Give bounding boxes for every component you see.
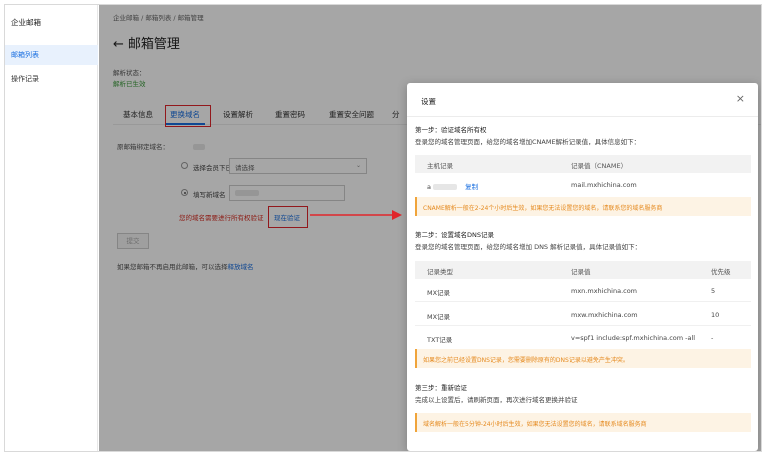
step3-title: 第三步：重新验证 [415,384,467,392]
sidebar-title: 企业邮箱 [11,18,41,27]
th-priority: 优先级 [711,268,731,276]
dns-row-2-type: MX记录 [427,313,451,321]
step2-tip: 如果您之前已经设置DNS记录，您需要删除原有的DNS记录以避免产生冲突。 [415,349,751,368]
modal-header: 设置 × [407,83,758,117]
cname-host-cell: a 复制 [427,183,479,191]
close-icon[interactable]: × [736,93,745,104]
sidebar-item-mailbox-list[interactable]: 邮箱列表 [5,45,98,65]
modal-title: 设置 [421,97,436,106]
th-cname-value: 记录值（CNAME） [571,162,628,170]
redacted-host [433,184,458,190]
sidebar-item-operation-log[interactable]: 操作记录 [5,69,98,89]
step3-tip-text: 域名解析一般在5分钟-24小时后生效，如果您无法设置您的域名，请联系域名服务商 [423,421,647,428]
dns-row-1-priority: 5 [711,287,716,295]
dns-row-1-value: mxn.mxhichina.com [571,287,638,295]
dns-row-2-priority: 10 [711,311,720,319]
step2-desc: 登录您的域名管理页面，给您的域名增加 DNS 解析记录值，具体记录值如下： [415,243,642,251]
sidebar: 企业邮箱 邮箱列表 操作记录 [5,5,98,451]
step2-tip-text: 如果您之前已经设置DNS记录，您需要删除原有的DNS记录以避免产生冲突。 [423,357,629,364]
dns-row-3-value: v=spf1 include:spf.mxhichina.com -all [571,334,696,342]
dns-row-1-type: MX记录 [427,289,451,297]
dns-row-3-priority: - [711,334,714,342]
row-divider [415,301,751,302]
app-window: 企业邮箱 邮箱列表 操作记录 企业邮箱 / 邮箱列表 / 邮箱管理 ← 邮箱管理 … [4,4,762,452]
th-host: 主机记录 [427,162,453,170]
dns-row-3-type: TXT记录 [427,336,453,344]
step3-tip: 域名解析一般在5分钟-24小时后生效，如果您无法设置您的域名，请联系域名服务商 [415,413,751,432]
th-record-value: 记录值 [571,268,591,276]
th-record-type: 记录类型 [427,268,453,276]
cname-value-cell: mail.mxhichina.com [571,181,637,189]
step1-tip-text: CNAME解析一般在2-24个小时后生效，如果您无法设置您的域名，请联系您的域名… [423,205,663,212]
step2-title: 第二步：设置域名DNS记录 [415,231,494,239]
copy-link[interactable]: 复制 [465,183,478,191]
red-arrow-annotation [310,210,402,220]
settings-modal: 设置 × 第一步：验证域名所有权 登录您的域名管理页面，给您的域名增加CNAME… [407,83,758,451]
step3-desc: 完成以上设置后，请刷新页面，再次进行域名更换并验证 [415,396,578,404]
row-divider [415,325,751,326]
step1-title: 第一步：验证域名所有权 [415,126,487,134]
step2-table-header: 记录类型 记录值 优先级 [415,261,751,279]
step1-tip: CNAME解析一般在2-24个小时后生效，如果您无法设置您的域名，请联系您的域名… [415,197,751,216]
step1-table-header: 主机记录 记录值（CNAME） [415,155,751,173]
dns-row-2-value: mxw.mxhichina.com [571,311,638,319]
step1-desc: 登录您的域名管理页面，给您的域名增加CNAME解析记录值，具体信息如下： [415,138,641,146]
